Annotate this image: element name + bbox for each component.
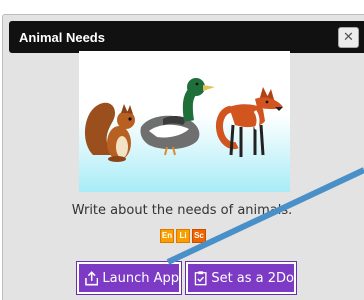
- animal-illustration: [79, 51, 290, 192]
- set-as-2do-label: Set as a 2Do: [211, 270, 294, 286]
- subject-tag-science: Sc: [192, 229, 206, 243]
- dialog-title: Animal Needs: [19, 30, 105, 45]
- close-icon: ✕: [343, 30, 354, 45]
- animals-image: [84, 78, 283, 162]
- activity-description: Write about the needs of animals.: [71, 203, 293, 218]
- dialog-titlebar: Animal Needs ✕: [9, 21, 364, 53]
- launch-icon: [85, 271, 99, 286]
- squirrel-figure: [84, 102, 135, 162]
- set-as-2do-button[interactable]: Set as a 2Do: [185, 261, 297, 295]
- close-button[interactable]: ✕: [338, 27, 359, 48]
- launch-app-label: Launch App: [102, 270, 179, 286]
- subject-tag-literacy: Li: [176, 229, 190, 243]
- fox-figure: [215, 87, 283, 157]
- subject-tags: En Li Sc: [160, 229, 208, 245]
- subject-tag-english: En: [160, 229, 174, 243]
- launch-app-button[interactable]: Launch App: [76, 261, 182, 295]
- clipboard-check-icon: [194, 271, 207, 286]
- duck-figure: [140, 78, 215, 156]
